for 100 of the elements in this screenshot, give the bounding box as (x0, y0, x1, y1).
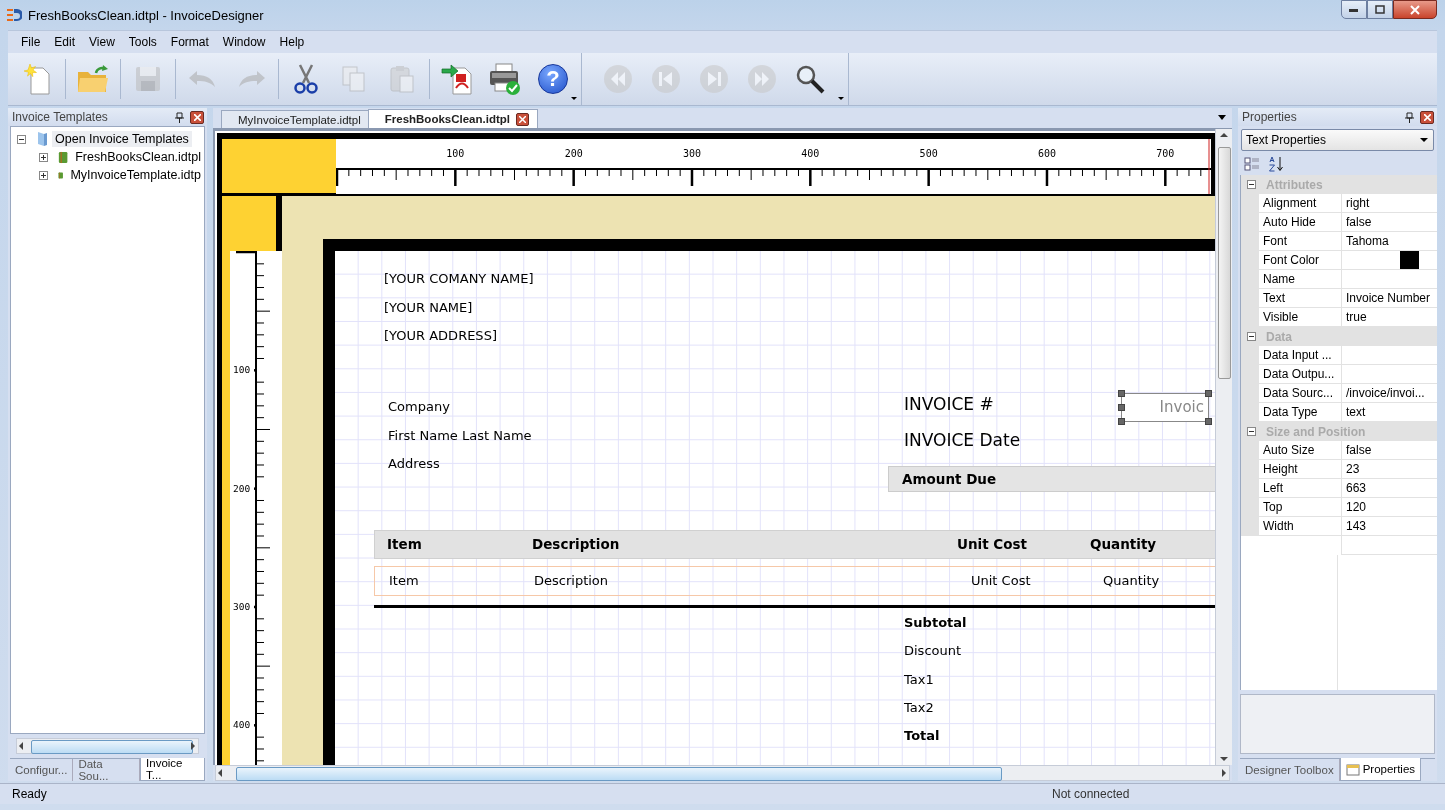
collapse-icon[interactable] (1247, 427, 1256, 436)
maximize-button[interactable] (1367, 0, 1393, 19)
amount-due-bar[interactable]: Amount Due (888, 466, 1215, 492)
color-swatch[interactable] (1400, 251, 1419, 269)
property-name: Data Outpu... (1259, 365, 1342, 384)
category-label: Attributes (1266, 177, 1323, 192)
totals-label[interactable]: Tax2 (904, 699, 934, 715)
property-value[interactable]: right (1346, 196, 1370, 210)
menu-item[interactable]: Window (215, 35, 273, 49)
property-value[interactable]: false (1346, 215, 1372, 229)
totals-label[interactable]: Total (904, 728, 940, 744)
property-name: Text (1259, 289, 1342, 308)
close-button[interactable] (1393, 0, 1437, 19)
property-value[interactable]: Invoice Number (1346, 291, 1431, 305)
panel-tab[interactable]: Configur... (10, 759, 74, 781)
step-back-icon (650, 63, 682, 95)
property-value[interactable]: 120 (1346, 500, 1367, 514)
column-header: Unit Cost (957, 536, 1028, 552)
ruler-label: 500 (919, 148, 938, 159)
sender-text[interactable]: [YOUR COMANY NAME] (384, 271, 534, 286)
property-value[interactable]: 663 (1346, 481, 1367, 495)
menu-item[interactable]: View (82, 35, 122, 49)
pin-icon[interactable] (1405, 111, 1414, 123)
menu-item[interactable]: Tools (121, 35, 164, 49)
property-name: Height (1259, 460, 1342, 479)
folder-icon (36, 131, 48, 147)
close-panel-button[interactable] (190, 110, 204, 124)
vertical-scrollbar[interactable] (1215, 129, 1232, 765)
property-value[interactable]: text (1346, 405, 1366, 419)
fast-forward-icon (746, 63, 778, 95)
collapse-icon[interactable] (1247, 180, 1256, 189)
column-header: Item (387, 536, 422, 552)
close-icon (193, 113, 201, 121)
customer-text[interactable]: Company (388, 399, 450, 414)
document-tab[interactable]: FreshBooksClean.idtpl (367, 109, 538, 128)
totals-label[interactable]: Discount (904, 643, 962, 659)
invoice-label[interactable]: INVOICE Date (904, 430, 1021, 450)
column-header: Quantity (1090, 536, 1157, 552)
menu-item[interactable]: Edit (47, 35, 83, 49)
property-value[interactable]: false (1346, 443, 1372, 457)
property-name: Name (1259, 270, 1342, 289)
step-forward-icon (698, 63, 730, 95)
totals-label[interactable]: Tax1 (904, 671, 934, 687)
totals-label[interactable]: Subtotal (904, 615, 967, 630)
overflow-caret-icon[interactable] (571, 97, 577, 100)
property-value[interactable]: 143 (1346, 519, 1367, 533)
collapse-icon[interactable] (17, 134, 26, 144)
sort-alphabetical-icon[interactable] (1268, 156, 1284, 172)
status-text: Ready (12, 787, 48, 801)
property-value[interactable]: 23 (1346, 462, 1360, 476)
expand-icon[interactable] (39, 152, 48, 162)
menu-item[interactable]: File (14, 35, 48, 49)
expand-icon[interactable] (39, 170, 48, 180)
property-value[interactable]: Tahoma (1346, 234, 1389, 248)
property-name: Font Color (1259, 251, 1342, 270)
clipboard-icon (388, 64, 416, 94)
customer-text[interactable]: Address (388, 456, 440, 471)
pin-icon[interactable] (175, 111, 184, 123)
sender-text[interactable]: [YOUR ADDRESS] (384, 328, 497, 343)
horizontal-scrollbar[interactable] (215, 765, 1230, 781)
categorized-view-icon[interactable] (1244, 157, 1260, 171)
panel-tab[interactable]: Invoice T... (140, 758, 205, 781)
property-value[interactable]: /invoice/invoi... (1346, 386, 1425, 400)
menu-item[interactable]: Format (163, 35, 216, 49)
tree-item[interactable]: MyInvoiceTemplate.idtp (67, 167, 204, 183)
table-header[interactable]: Item Description Unit Cost Quantity (374, 530, 1215, 559)
property-name: Auto Size (1259, 441, 1342, 460)
table-cell: Quantity (1103, 573, 1160, 588)
object-type-dropdown[interactable]: Text Properties (1241, 129, 1434, 151)
panel-tab[interactable]: Designer Toolbox (1240, 759, 1340, 781)
ruler-label: 400 (801, 148, 820, 159)
ruler-label: 200 (233, 482, 251, 494)
minimize-button[interactable] (1341, 0, 1367, 19)
close-tab-icon[interactable] (516, 112, 529, 126)
table-row[interactable]: Item Description Unit Cost Quantity (374, 566, 1215, 596)
category-label: Data (1266, 329, 1292, 344)
selected-text-field[interactable]: Invoic (1121, 393, 1209, 422)
ruler-label: 300 (233, 601, 251, 612)
invoice-label[interactable]: INVOICE # (904, 394, 994, 414)
rewind-icon (602, 63, 634, 95)
close-icon (1423, 113, 1431, 121)
panel-tab[interactable]: Properties (1339, 758, 1422, 781)
tab-list-caret-icon[interactable] (1218, 115, 1226, 120)
document-tab[interactable]: MyInvoiceTemplate.idtpl (221, 110, 370, 128)
horizontal-scrollbar[interactable] (16, 738, 199, 754)
tree-item[interactable]: Open Invoice Templates (52, 131, 192, 147)
property-value[interactable]: true (1346, 310, 1367, 324)
tree-item[interactable]: FreshBooksClean.idtpl (72, 149, 204, 165)
properties-icon (1345, 762, 1360, 776)
ruler-label: 200 (564, 148, 583, 159)
customer-text[interactable]: First Name Last Name (388, 427, 532, 443)
overflow-caret-icon[interactable] (838, 97, 844, 100)
property-name: Left (1259, 479, 1342, 498)
ruler-label: 300 (682, 148, 701, 159)
scissors-icon (293, 63, 319, 95)
collapse-icon[interactable] (1247, 332, 1256, 341)
close-panel-button[interactable] (1420, 110, 1434, 124)
menu-item[interactable]: Help (272, 35, 312, 49)
property-name: Alignment (1259, 194, 1342, 213)
sender-text[interactable]: [YOUR NAME] (384, 299, 473, 315)
